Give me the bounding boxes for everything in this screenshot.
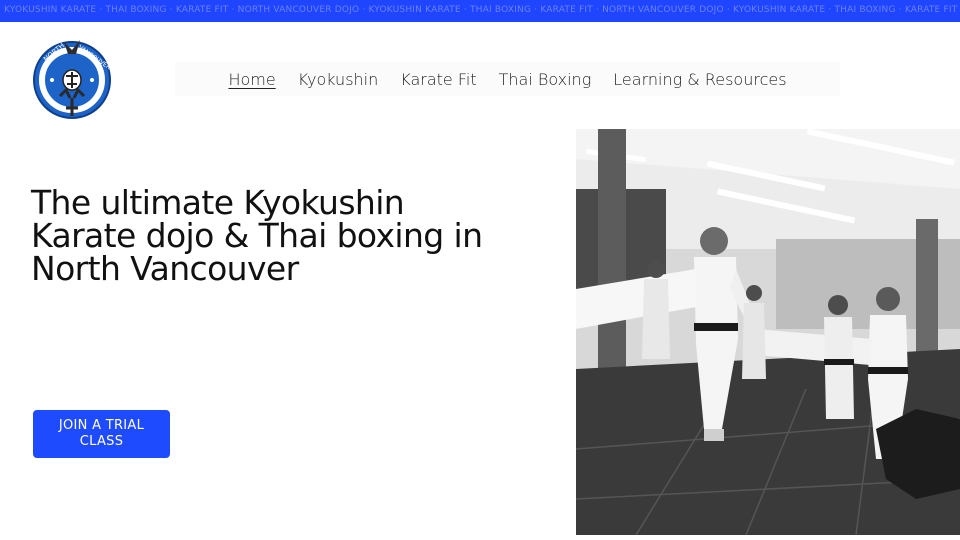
- nav-item-thai-boxing[interactable]: Thai Boxing: [499, 70, 592, 89]
- nav-item-home[interactable]: Home: [228, 70, 275, 89]
- announcement-ticker: KYOKUSHIN KARATE · THAI BOXING · KARATE …: [0, 0, 960, 22]
- hero-title-line-2: Karate dojo & Thai boxing in: [31, 216, 483, 255]
- nav-item-karate-fit[interactable]: Karate Fit: [400, 70, 476, 89]
- karate-class-photo: [576, 129, 960, 535]
- nav-item-learning-resources[interactable]: Learning & Resources: [613, 70, 786, 89]
- nav-item-kyokushin[interactable]: Kyokushin: [298, 70, 379, 89]
- hero-title-line-3: North Vancouver: [31, 249, 299, 288]
- ticker-text: KYOKUSHIN KARATE · THAI BOXING · KARATE …: [4, 5, 958, 15]
- karate-class-illustration: [576, 129, 960, 535]
- hero-title-line-1: The ultimate Kyokushin: [31, 183, 405, 222]
- dojo-logo[interactable]: NORTH VANCOUVER: [30, 36, 114, 122]
- hero-title: The ultimate Kyokushin Karate dojo & Tha…: [31, 186, 551, 285]
- join-trial-class-button[interactable]: JOIN A TRIAL CLASS: [33, 410, 170, 458]
- main-navigation: Home Kyokushin Karate Fit Thai Boxing Le…: [175, 62, 840, 96]
